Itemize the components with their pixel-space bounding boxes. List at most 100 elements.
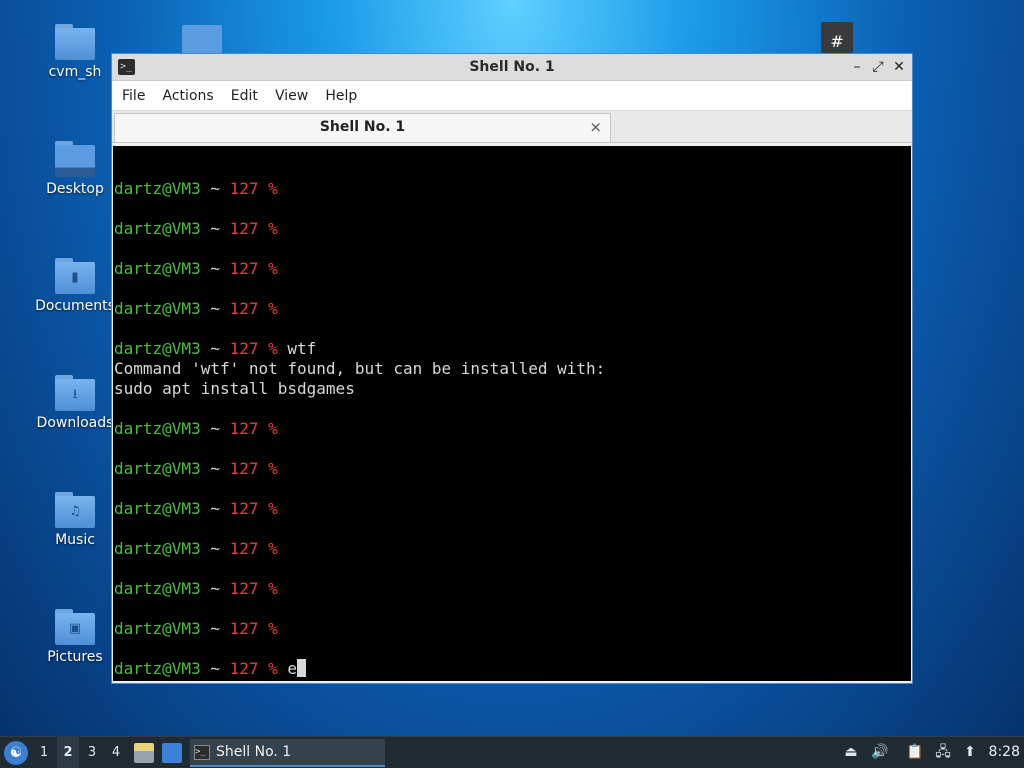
file-manager-launcher-icon[interactable]	[134, 743, 154, 763]
terminal-prompt-line: dartz@VM3 ~ 127 % e	[114, 659, 911, 679]
terminal-cursor	[297, 659, 307, 677]
prompt-user-host: dartz@VM3	[114, 219, 201, 238]
terminal-prompt-line: dartz@VM3 ~ 127 %	[114, 499, 911, 519]
prompt-user-host: dartz@VM3	[114, 259, 201, 278]
prompt-exit-code: 127 %	[229, 299, 278, 318]
terminal-prompt-line: dartz@VM3 ~ 127 %	[114, 299, 911, 319]
prompt-cwd: ~	[200, 179, 230, 198]
home-folder-icon[interactable]	[182, 25, 222, 55]
clipboard-icon[interactable]: 📋	[906, 743, 924, 761]
terminal-prompt-line: dartz@VM3 ~ 127 %	[114, 459, 911, 479]
desktop-icon-label: Downloads	[36, 415, 114, 431]
minimize-button[interactable]: –	[848, 58, 866, 76]
tab-bar: Shell No. 1 ×	[112, 111, 912, 143]
network-icon[interactable]: 🖧	[934, 743, 952, 761]
desktop-icon-downloads[interactable]: ⭳ Downloads	[35, 375, 115, 431]
window-titlebar[interactable]: >_ Shell No. 1 – ⤢ ✕	[112, 54, 912, 81]
prompt-exit-code: 127 %	[229, 619, 278, 638]
maximize-button[interactable]: ⤢	[869, 58, 887, 76]
desktop-icon-desktop[interactable]: Desktop	[35, 141, 115, 197]
desktop-icon-cvm-sh[interactable]: cvm_sh	[35, 24, 115, 80]
folder-icon	[55, 24, 95, 60]
menu-view[interactable]: View	[269, 81, 314, 111]
desktop-icon-label: Desktop	[46, 181, 104, 197]
desktop-icon-documents[interactable]: ▮ Documents	[35, 258, 115, 314]
desktop-icon-music[interactable]: ♫ Music	[35, 492, 115, 548]
prompt-cwd: ~	[200, 219, 230, 238]
prompt-command: wtf	[277, 339, 317, 358]
menu-bar: File Actions Edit View Help	[112, 81, 912, 111]
desktop-icon-label: Music	[55, 532, 95, 548]
prompt-user-host: dartz@VM3	[114, 539, 201, 558]
terminal-task-icon: >_	[194, 745, 210, 760]
window-title: Shell No. 1	[469, 59, 555, 75]
prompt-user-host: dartz@VM3	[114, 299, 201, 318]
prompt-exit-code: 127 %	[229, 459, 278, 478]
close-button[interactable]: ✕	[890, 58, 908, 76]
prompt-exit-code: 127 %	[229, 259, 278, 278]
prompt-cwd: ~	[200, 619, 230, 638]
tab-close-icon[interactable]: ×	[589, 118, 602, 136]
desktop-icon-label: Documents	[35, 298, 115, 314]
workspace-4[interactable]: 4	[105, 737, 127, 768]
menu-help[interactable]: Help	[319, 81, 363, 111]
prompt-exit-code: 127 %	[229, 659, 278, 678]
prompt-user-host: dartz@VM3	[114, 459, 201, 478]
prompt-user-host: dartz@VM3	[114, 499, 201, 518]
tab-shell-1[interactable]: Shell No. 1 ×	[114, 113, 611, 142]
desktop-icon-label: cvm_sh	[48, 64, 102, 80]
start-menu-icon[interactable]: ☯	[4, 741, 28, 765]
prompt-cwd: ~	[200, 339, 230, 358]
terminal-prompt-line: dartz@VM3 ~ 127 %	[114, 539, 911, 559]
prompt-cwd: ~	[200, 299, 230, 318]
prompt-user-host: dartz@VM3	[114, 619, 201, 638]
prompt-user-host: dartz@VM3	[114, 179, 201, 198]
prompt-exit-code: 127 %	[229, 219, 278, 238]
menu-file[interactable]: File	[116, 81, 151, 111]
terminal-prompt-line: dartz@VM3 ~ 127 %	[114, 259, 911, 279]
folder-icon	[55, 141, 95, 177]
prompt-user-host: dartz@VM3	[114, 659, 201, 678]
desktop-icon-pictures[interactable]: ▣ Pictures	[35, 609, 115, 665]
prompt-cwd: ~	[200, 579, 230, 598]
prompt-exit-code: 127 %	[229, 499, 278, 518]
prompt-cwd: ~	[200, 659, 230, 678]
terminal-output[interactable]: dartz@VM3 ~ 127 % dartz@VM3 ~ 127 % dartz@…	[113, 146, 911, 681]
menu-edit[interactable]: Edit	[225, 81, 264, 111]
terminal-prompt-line: dartz@VM3 ~ 127 % wtf	[114, 339, 911, 359]
workspace-3[interactable]: 3	[81, 737, 103, 768]
terminal-prompt-line: dartz@VM3 ~ 127 %	[114, 419, 911, 439]
desktop-icon-label: Pictures	[47, 649, 103, 665]
workspace-2[interactable]: 2	[57, 737, 79, 768]
terminal-prompt-line: dartz@VM3 ~ 127 %	[114, 219, 911, 239]
prompt-command: e	[277, 659, 298, 678]
taskbar-task-shell[interactable]: >_ Shell No. 1	[190, 739, 385, 767]
tab-label: Shell No. 1	[319, 119, 406, 135]
update-notifier-icon[interactable]: ⬆	[961, 743, 979, 761]
show-desktop-icon[interactable]	[162, 743, 182, 763]
prompt-cwd: ~	[200, 499, 230, 518]
terminal-output-line: sudo apt install bsdgames	[114, 379, 355, 398]
prompt-cwd: ~	[200, 419, 230, 438]
workspace-1[interactable]: 1	[33, 737, 55, 768]
clock[interactable]: 8:28	[989, 744, 1020, 760]
menu-actions[interactable]: Actions	[157, 81, 220, 111]
prompt-exit-code: 127 %	[229, 539, 278, 558]
eject-icon[interactable]: ⏏	[842, 743, 860, 761]
prompt-user-host: dartz@VM3	[114, 419, 201, 438]
script-file-icon[interactable]: #	[821, 22, 853, 54]
terminal-output-line: Command 'wtf' not found, but can be inst…	[114, 359, 606, 378]
volume-icon[interactable]: 🔊	[871, 743, 889, 761]
taskbar: ☯ 1 2 3 4 >_ Shell No. 1 ⏏ 🔊 📋 🖧 ⬆ 8:28	[0, 736, 1024, 768]
prompt-cwd: ~	[200, 539, 230, 558]
prompt-exit-code: 127 %	[229, 179, 278, 198]
downloads-folder-icon: ⭳	[55, 375, 95, 411]
prompt-cwd: ~	[200, 459, 230, 478]
